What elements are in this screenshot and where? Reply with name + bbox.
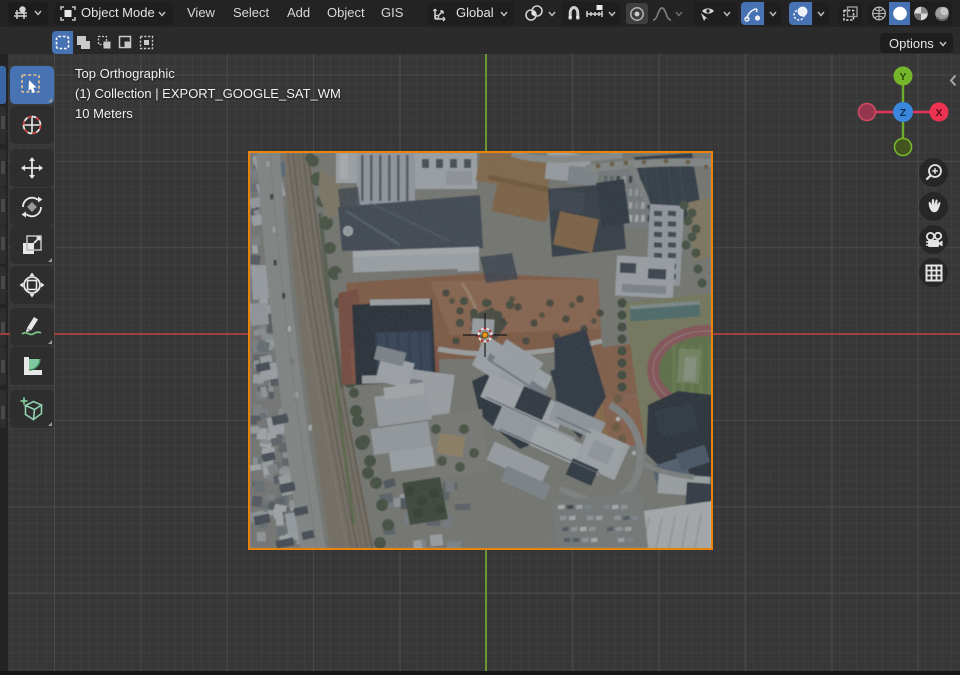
svg-text:X: X [935,107,942,119]
svg-text:Y: Y [899,71,906,83]
svg-text:Z: Z [900,107,907,119]
